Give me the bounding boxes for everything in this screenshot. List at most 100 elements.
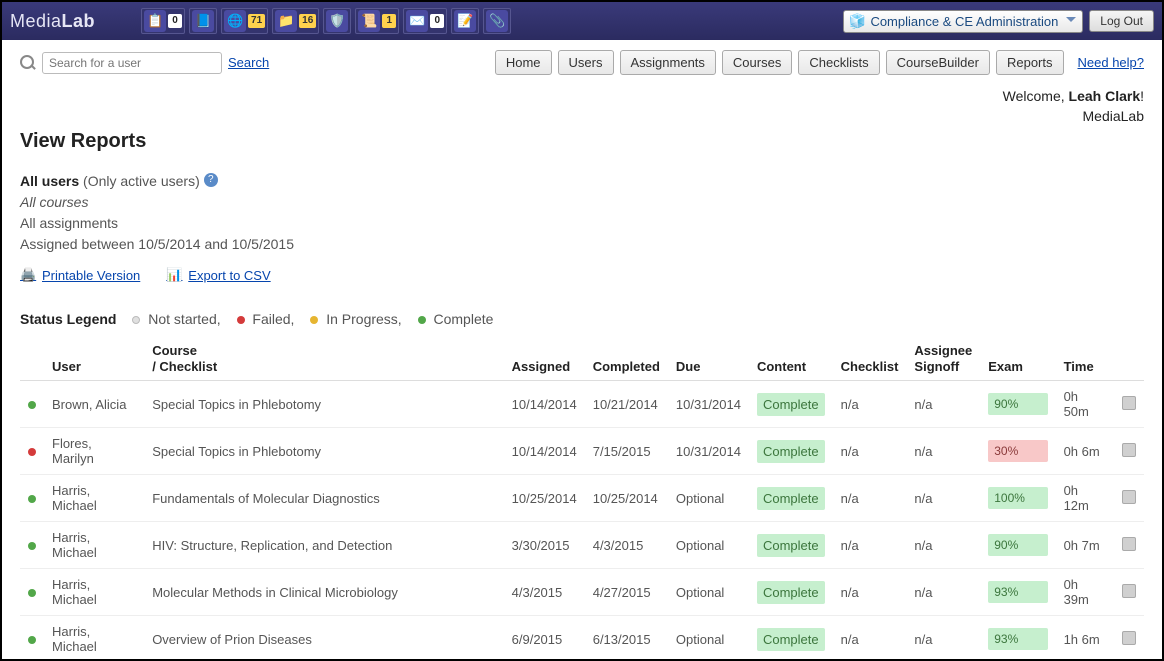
dot-complete-icon [418,316,426,324]
cell-time: 0h 6m [1056,428,1114,475]
top-icon-2[interactable]: 🌐71 [221,8,268,34]
export-links: 🖨️ Printable Version 📊 Export to CSV [20,267,1144,283]
welcome-block: Welcome, Leah Clark! MediaLab [20,87,1144,126]
module-tab-courses[interactable]: Courses [722,50,792,75]
legend-not-started: Not started, [148,311,220,327]
cell-completed: 10/21/2014 [585,381,668,428]
col-header: Due [668,337,749,381]
row-detail-icon[interactable] [1122,490,1136,504]
top-icon-glyph: 📘 [192,10,214,32]
printer-icon: 🖨️ [20,267,36,283]
status-dot-icon [28,542,36,550]
cell-course: Overview of Prion Diseases [144,616,503,659]
table-row: Harris, MichaelHIV: Structure, Replicati… [20,522,1144,569]
exam-chip: 90% [988,393,1047,415]
search-icon [20,55,36,71]
cell-user: Harris, Michael [44,569,144,616]
welcome-pre: Welcome, [1003,88,1069,104]
filter-users-rest: (Only active users) [79,173,200,189]
top-icon-5[interactable]: 📜1 [355,8,399,34]
sub-nav-bar: Search HomeUsersAssignmentsCoursesCheckl… [2,40,1162,81]
legend-failed: Failed, [252,311,294,327]
content-chip: Complete [757,393,825,416]
cell-course: Molecular Methods in Clinical Microbiolo… [144,569,503,616]
col-header: User [44,337,144,381]
top-icon-4[interactable]: 🛡️ [323,8,351,34]
module-tab-assignments[interactable]: Assignments [620,50,716,75]
cell-checklist: n/a [833,522,907,569]
top-icon-3[interactable]: 📁16 [272,8,319,34]
cell-signoff: n/a [906,428,980,475]
top-icon-0[interactable]: 📋0 [141,8,185,34]
cell-due: 10/31/2014 [668,381,749,428]
top-icon-badge: 0 [168,14,182,28]
top-icon-glyph: 🌐 [224,10,246,32]
table-row: Harris, MichaelFundamentals of Molecular… [20,475,1144,522]
legend-complete: Complete [433,311,493,327]
cell-course: HIV: Structure, Replication, and Detecti… [144,522,503,569]
need-help-link[interactable]: Need help? [1078,55,1145,70]
export-csv-link[interactable]: 📊 Export to CSV [166,267,270,283]
cell-assigned: 10/25/2014 [504,475,585,522]
col-header: Course/ Checklist [144,337,503,381]
search-link[interactable]: Search [228,55,269,70]
top-icon-7[interactable]: 📝 [451,8,479,34]
top-nav-bar: MediaLab 📋0 📘 🌐71📁16🛡️📜1✉️0📝 📎 🧊 Compliance… [2,2,1162,40]
col-header: Completed [585,337,668,381]
cell-due: Optional [668,475,749,522]
module-tab-coursebuilder[interactable]: CourseBuilder [886,50,990,75]
top-icon-1[interactable]: 📘 [189,8,217,34]
cell-course: Special Topics in Phlebotomy [144,428,503,475]
top-icon-6[interactable]: ✉️0 [403,8,447,34]
filter-courses: All courses [20,192,1144,213]
top-icon-glyph: 📎 [486,10,508,32]
top-icon-8[interactable]: 📎 [483,8,511,34]
cell-due: 10/31/2014 [668,428,749,475]
admin-context-dropdown[interactable]: 🧊 Compliance & CE Administration [843,10,1083,33]
logout-button[interactable]: Log Out [1089,10,1154,32]
col-header [20,337,44,381]
cell-checklist: n/a [833,428,907,475]
table-header-row: UserCourse/ ChecklistAssignedCompletedDu… [20,337,1144,381]
cell-completed: 10/25/2014 [585,475,668,522]
legend-title: Status Legend [20,311,116,327]
row-detail-icon[interactable] [1122,631,1136,645]
table-row: Brown, AliciaSpecial Topics in Phlebotom… [20,381,1144,428]
cell-checklist: n/a [833,569,907,616]
cell-assigned: 10/14/2014 [504,381,585,428]
row-detail-icon[interactable] [1122,537,1136,551]
cell-completed: 4/27/2015 [585,569,668,616]
module-tab-checklists[interactable]: Checklists [798,50,879,75]
cell-checklist: n/a [833,381,907,428]
cell-signoff: n/a [906,569,980,616]
dot-failed-icon [237,316,245,324]
cell-checklist: n/a [833,616,907,659]
brand-logo[interactable]: MediaLab [10,11,95,32]
col-header: AssigneeSignoff [906,337,980,381]
help-icon[interactable]: ? [204,173,218,187]
cell-user: Harris, Michael [44,616,144,659]
content-chip: Complete [757,487,825,510]
cell-signoff: n/a [906,522,980,569]
filter-assignments: All assignments [20,213,1144,234]
exam-chip: 93% [988,581,1047,603]
status-dot-icon [28,589,36,597]
module-tab-reports[interactable]: Reports [996,50,1064,75]
printable-version-link[interactable]: 🖨️ Printable Version [20,267,140,283]
top-icon-glyph: 📜 [358,10,380,32]
row-detail-icon[interactable] [1122,396,1136,410]
module-tab-users[interactable]: Users [558,50,614,75]
cell-user: Harris, Michael [44,522,144,569]
exam-chip: 90% [988,534,1047,556]
welcome-suf: ! [1140,88,1144,104]
row-detail-icon[interactable] [1122,584,1136,598]
col-header: Checklist [833,337,907,381]
col-header: Exam [980,337,1055,381]
status-dot-icon [28,401,36,409]
module-tab-home[interactable]: Home [495,50,552,75]
top-icon-strip: 📋0 📘 🌐71📁16🛡️📜1✉️0📝 📎 [141,8,511,34]
col-header: Content [749,337,833,381]
row-detail-icon[interactable] [1122,443,1136,457]
dot-inprogress-icon [310,316,318,324]
user-search-input[interactable] [42,52,222,74]
